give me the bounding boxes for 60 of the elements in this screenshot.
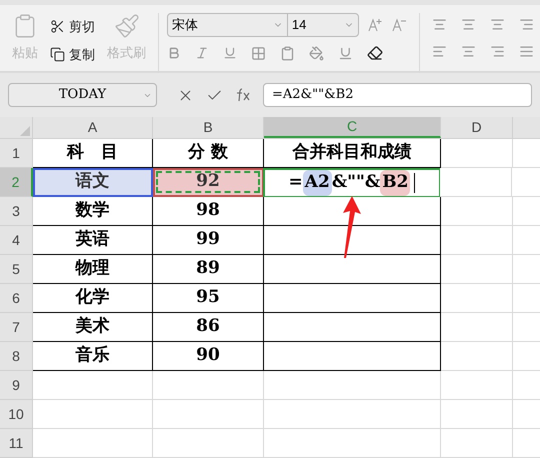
justify-icon[interactable] <box>518 44 534 59</box>
table-cell: 90 <box>153 342 264 371</box>
align-top-icon[interactable] <box>432 17 447 32</box>
row-header[interactable]: 10 <box>0 400 33 429</box>
table-cell: 语文 <box>33 168 153 197</box>
select-all-icon[interactable] <box>20 126 30 136</box>
table-cell: 音乐 <box>33 342 153 371</box>
row-header[interactable]: 8 <box>0 342 33 371</box>
formula-input[interactable]: =A2&""&B2 <box>263 83 532 107</box>
increase-font-icon[interactable] <box>366 17 383 33</box>
cell-reference: A2 <box>302 170 332 196</box>
table-cell: 美术 <box>33 313 153 342</box>
formula-text: = <box>288 171 303 194</box>
column-header[interactable]: A <box>33 117 153 138</box>
align-right-icon[interactable] <box>490 44 505 59</box>
indent-icon[interactable] <box>518 17 534 32</box>
underline-icon[interactable] <box>222 46 237 60</box>
align-middle-icon[interactable] <box>460 17 476 32</box>
align-bottom-icon[interactable] <box>490 17 505 32</box>
row-header[interactable]: 4 <box>0 226 33 255</box>
row-header[interactable]: 9 <box>0 371 33 400</box>
cell-reference: B2 <box>380 170 410 196</box>
row-header[interactable]: 6 <box>0 284 33 313</box>
fill-color-icon[interactable] <box>308 46 324 60</box>
table-cell: 化学 <box>33 284 153 313</box>
font-name-dropdown[interactable]: 宋体 <box>168 14 288 36</box>
font-size-dropdown[interactable]: 14 <box>288 14 358 36</box>
align-left-icon[interactable] <box>432 44 447 59</box>
row-header[interactable]: 5 <box>0 255 33 284</box>
decrease-font-icon[interactable] <box>390 17 407 33</box>
formula-text: &""& <box>332 171 380 194</box>
borders-icon[interactable] <box>250 46 266 60</box>
table-cell: 数学 <box>33 197 153 226</box>
column-header[interactable]: D <box>441 117 513 138</box>
cell-style-icon[interactable] <box>280 46 295 60</box>
cut-button[interactable]: 剪切 <box>50 17 95 36</box>
table-cell: 物理 <box>33 255 153 284</box>
italic-icon[interactable] <box>194 46 209 60</box>
name-box[interactable]: TODAY <box>8 83 157 107</box>
align-center-icon[interactable] <box>460 44 476 59</box>
table-cell: 86 <box>153 313 264 342</box>
row-header[interactable]: 11 <box>0 429 33 458</box>
table-cell: 98 <box>153 197 264 226</box>
row-header[interactable]: 3 <box>0 197 33 226</box>
editing-cell[interactable]: =A2&""&B2 <box>263 168 440 197</box>
scissors-icon <box>50 19 65 34</box>
eraser-icon[interactable] <box>366 45 383 61</box>
table-cell: 95 <box>153 284 264 313</box>
table-cell: 英语 <box>33 226 153 255</box>
table-cell: 89 <box>153 255 264 284</box>
table-cell: 92 <box>153 168 264 197</box>
row-header[interactable]: 1 <box>0 139 33 168</box>
font-color-icon[interactable] <box>338 46 353 60</box>
table-cell: 合并科目和成绩 <box>264 139 441 168</box>
row-header[interactable]: 7 <box>0 313 33 342</box>
copy-button[interactable]: 复制 <box>50 44 95 64</box>
table-cell: 99 <box>153 226 264 255</box>
copy-icon <box>50 46 65 62</box>
function-icon[interactable] <box>235 88 251 102</box>
brush-icon <box>114 13 140 39</box>
